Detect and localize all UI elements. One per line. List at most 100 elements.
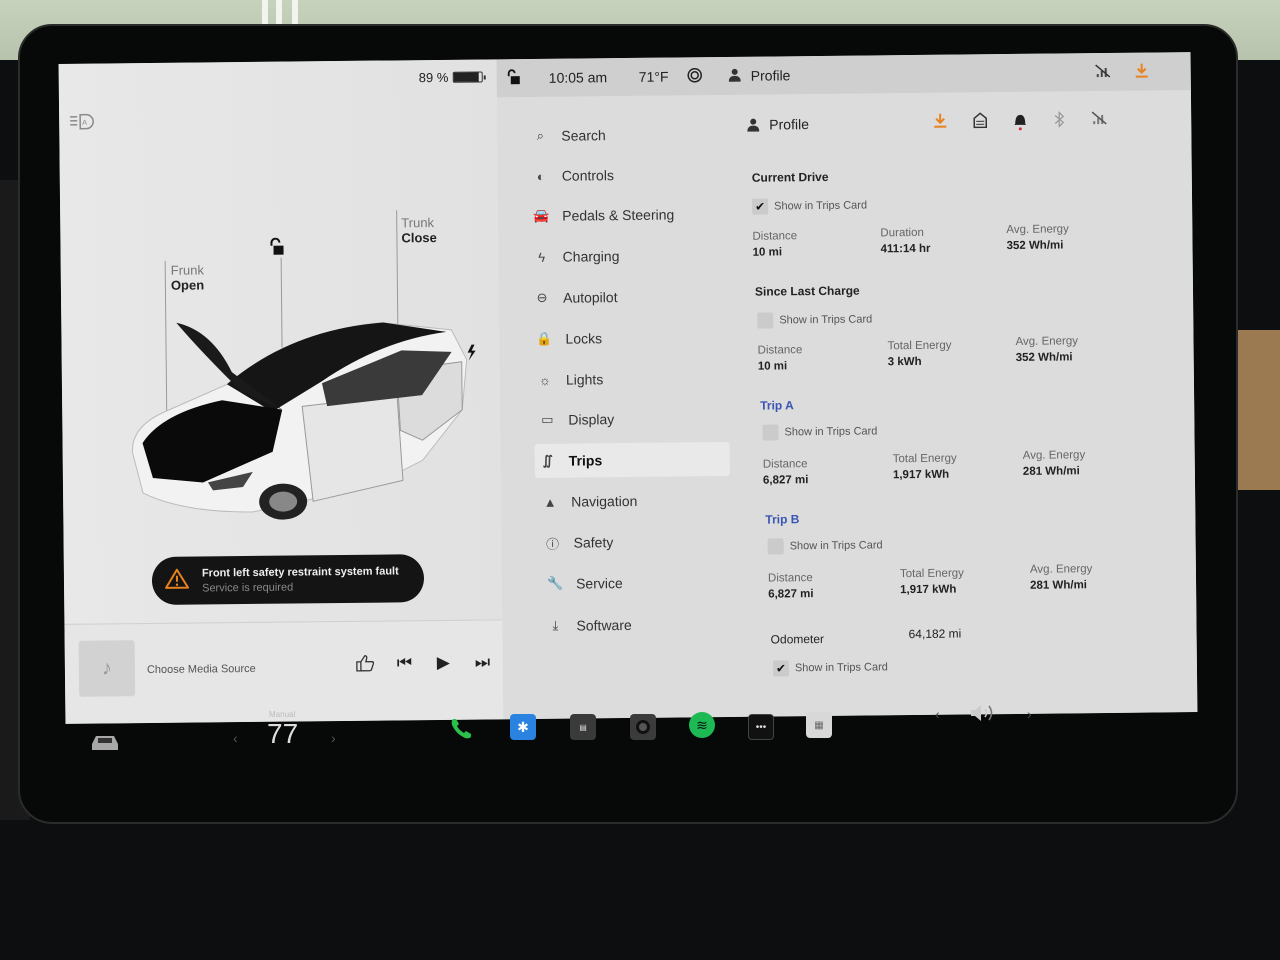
battery-status: 89 % xyxy=(419,70,483,85)
current-drive-show-checkbox[interactable]: ✔ Show in Trips Card xyxy=(752,197,868,215)
settings-panel: ⌕ Search ◐ Controls 🚘 Pedals & Steering ϟ Charg… xyxy=(496,90,1198,720)
unlocked-icon[interactable] xyxy=(268,237,284,261)
trip-b-show-checkbox[interactable]: Show in Trips Card xyxy=(767,537,883,555)
frunk-state[interactable]: Open xyxy=(171,277,204,292)
nav-item-display[interactable]: ▭ Display xyxy=(534,401,729,437)
nav-item-label: Trips xyxy=(568,452,603,469)
since-last-charge-distance: Distance 10 mi xyxy=(757,344,803,373)
nav-item-charging[interactable]: ϟ Charging xyxy=(528,238,723,274)
no-signal-icon xyxy=(1091,111,1107,134)
phone-app[interactable] xyxy=(448,716,474,747)
play-button[interactable]: ▶ xyxy=(437,653,450,673)
nav-item-trips[interactable]: ∬ Trips xyxy=(534,441,730,478)
music-note-icon: ♪ xyxy=(101,656,113,680)
profile-icon xyxy=(747,118,760,132)
calendar-app[interactable]: ▤ xyxy=(570,714,596,740)
car-status-panel: 89 % A Frunk Open Trunk Close Front left… xyxy=(58,59,503,624)
steering-wheel-icon: ⊖ xyxy=(536,289,548,305)
odometer-value: 64,182 mi xyxy=(908,626,962,642)
checkbox-box[interactable] xyxy=(762,424,779,441)
temp-increase-button[interactable]: › xyxy=(331,730,336,746)
bolt-icon: ϟ xyxy=(538,249,546,265)
bluetooth-app[interactable]: ✱ xyxy=(510,714,536,740)
volume-decrease-button[interactable]: ‹ xyxy=(935,706,940,722)
bluetooth-icon[interactable] xyxy=(1053,110,1065,134)
since-last-charge-avg-energy: Avg. Energy 352 Wh/mi xyxy=(1015,335,1079,364)
trips-content: Profile Current Drive ✔ Show in Trips Ca… xyxy=(747,90,1197,717)
nav-item-label: Display xyxy=(568,411,615,428)
next-track-button[interactable]: ⏭ xyxy=(475,652,491,672)
more-apps-button[interactable]: ••• xyxy=(748,714,774,740)
toybox-icon: ▦ xyxy=(814,719,824,731)
safety-alert-banner[interactable]: Front left safety restraint system fault… xyxy=(151,554,425,605)
nav-item-lights[interactable]: ☼ Lights xyxy=(532,361,727,397)
nav-item-software[interactable]: ⤓ Software xyxy=(542,607,737,643)
toggle-icon: ◐ xyxy=(536,168,545,184)
car-button[interactable] xyxy=(89,732,121,757)
trip-a-total-energy: Total Energy 1,917 kWh xyxy=(892,452,957,482)
volume-button[interactable] xyxy=(969,702,997,729)
current-drive-avg-energy: Avg. Energy 352 Wh/mi xyxy=(1006,223,1069,253)
touchscreen: 89 % A Frunk Open Trunk Close Front left… xyxy=(58,52,1198,724)
trips-icon: ∬ xyxy=(542,452,553,468)
profile-label: Profile xyxy=(769,116,810,133)
trip-b-avg-energy: Avg. Energy 281 Wh/mi xyxy=(1029,563,1093,592)
car-icon xyxy=(92,736,118,750)
cabin-temperature[interactable]: 77 xyxy=(267,718,298,750)
checkbox-box[interactable]: ✔ xyxy=(752,198,769,215)
nav-item-safety[interactable]: ⓘ Safety xyxy=(539,524,734,560)
trip-a-title: Trip A xyxy=(760,398,794,413)
auto-headlight-icon[interactable]: A xyxy=(69,113,95,134)
software-update-icon[interactable] xyxy=(1135,63,1149,82)
camera-app[interactable] xyxy=(630,714,656,740)
nav-item-search[interactable]: ⌕ Search xyxy=(527,117,722,153)
calendar-icon: ▤ xyxy=(579,722,587,732)
clock: 10:05 am xyxy=(548,69,608,86)
profile-button[interactable]: Profile xyxy=(751,67,791,83)
since-last-charge-show-checkbox[interactable]: Show in Trips Card xyxy=(757,311,873,329)
more-icon: ••• xyxy=(755,721,767,733)
odometer-show-checkbox[interactable]: ✔ Show in Trips Card xyxy=(772,659,888,677)
nav-item-service[interactable]: 🔧 Service xyxy=(542,565,737,601)
thumbs-up-button[interactable] xyxy=(355,654,375,677)
profile-header[interactable]: Profile xyxy=(747,116,809,133)
album-art[interactable]: ♪ xyxy=(78,640,136,697)
nav-item-label: Lights xyxy=(565,371,604,388)
trunk-control[interactable]: Trunk Close xyxy=(401,215,437,245)
checkbox-label: Show in Trips Card xyxy=(789,539,883,553)
media-source-label[interactable]: Choose Media Source xyxy=(147,663,256,676)
nav-item-autopilot[interactable]: ⊖ Autopilot xyxy=(529,279,724,315)
spotify-icon: ≋ xyxy=(696,716,708,733)
previous-track-button[interactable]: ⏮ xyxy=(397,653,413,673)
wrench-icon: 🔧 xyxy=(546,575,564,591)
settings-nav: ⌕ Search ◐ Controls 🚘 Pedals & Steering ϟ Charg… xyxy=(497,95,734,719)
lock-status-icon[interactable] xyxy=(507,68,521,88)
volume-increase-button[interactable]: › xyxy=(1027,706,1032,722)
nav-item-controls[interactable]: ◐ Controls xyxy=(528,157,723,193)
light-icon: ☼ xyxy=(538,372,551,388)
bottom-taskbar: ‹ Manual 77 › ✱ ▤ ≋ ••• ▦ ‹ › xyxy=(55,700,1225,775)
homelink-garage-icon[interactable] xyxy=(973,112,988,135)
trip-a-show-checkbox[interactable]: Show in Trips Card xyxy=(762,423,877,441)
nav-item-label: Navigation xyxy=(571,492,638,510)
trunk-state[interactable]: Close xyxy=(401,230,437,245)
nav-item-label: Search xyxy=(561,127,606,144)
nav-item-pedals-steering[interactable]: 🚘 Pedals & Steering xyxy=(528,197,723,233)
checkbox-label: Show in Trips Card xyxy=(774,199,868,213)
checkbox-box[interactable] xyxy=(767,538,784,555)
trip-a-distance: Distance 6,827 mi xyxy=(762,458,809,487)
checkbox-box[interactable]: ✔ xyxy=(772,660,790,677)
toybox-app[interactable]: ▦ xyxy=(806,712,832,738)
nav-item-locks[interactable]: 🔒 Locks xyxy=(531,320,726,356)
checkmark-icon: ✔ xyxy=(755,199,766,214)
checkbox-label: Show in Trips Card xyxy=(779,313,873,327)
temp-decrease-button[interactable]: ‹ xyxy=(233,730,238,746)
sentry-icon[interactable] xyxy=(687,67,703,86)
nav-item-navigation[interactable]: ▲ Navigation xyxy=(537,483,732,519)
nav-item-label: Controls xyxy=(561,167,614,184)
spotify-app[interactable]: ≋ xyxy=(689,712,715,738)
notification-bell-icon[interactable] xyxy=(1013,112,1027,135)
frunk-control[interactable]: Frunk Open xyxy=(171,262,205,292)
checkbox-box[interactable] xyxy=(757,312,774,329)
software-update-icon[interactable] xyxy=(933,113,947,136)
